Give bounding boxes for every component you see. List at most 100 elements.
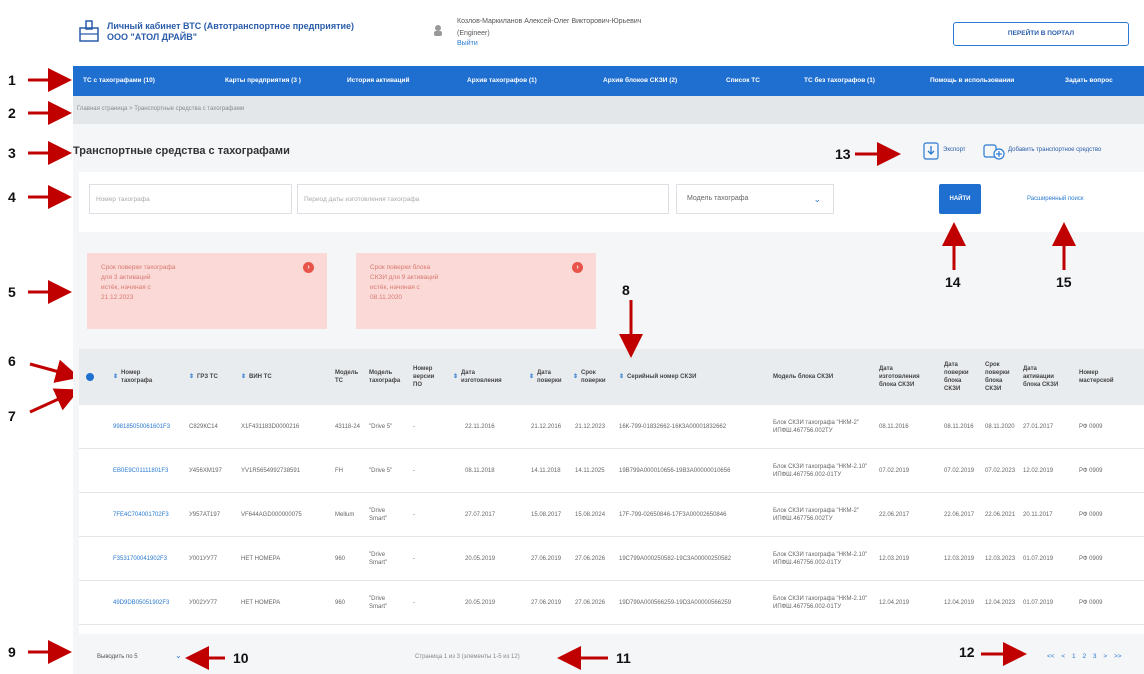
table-row[interactable]: 7FE4C704001702F3 У957АТ197 VF644AGD0000000…: [79, 493, 1144, 537]
building-logo-icon: [79, 20, 99, 42]
cell-skzi-manufacture: 12.03.2019: [879, 556, 910, 562]
user-icon: [434, 25, 442, 36]
col-skzi-serial[interactable]: ⇕ Серийный номер СКЗИ: [619, 349, 759, 405]
cell-verify-term: 14.11.2025: [575, 468, 605, 474]
export-icon[interactable]: [923, 142, 939, 160]
col-verify-date[interactable]: ⇕ Дата поверки: [529, 349, 569, 405]
sort-icon: ⇕: [113, 374, 119, 380]
cell-po-version: -: [413, 512, 415, 518]
sort-icon: ⇕: [189, 374, 195, 380]
table-row[interactable]: EB0E9C01111801F3 У456ХМ197 YV1R56549927385…: [79, 449, 1144, 493]
cell-skzi-model: Блок СКЗИ тахографа "НКМ-2.10" ИПФШ.4677…: [773, 596, 868, 610]
nav-tab-skzi-archive[interactable]: Архив блоков СКЗИ (2): [603, 66, 677, 96]
pager-prev[interactable]: <: [1061, 653, 1065, 660]
main-nav: ТС с тахографами (10) Карты предприятия …: [73, 66, 1144, 96]
alert-arrow-icon[interactable]: ›: [303, 262, 314, 273]
nav-tab-tacho-archive[interactable]: Архив тахографов (1): [467, 66, 537, 96]
app-frame: Личный кабинет ВТС (Автотранспортное пре…: [73, 0, 1144, 674]
alert-text: истёк, начиная с: [101, 284, 151, 291]
cell-vin: YV1R5654992738591: [241, 468, 301, 474]
col-manufacture-date[interactable]: ⇕ Дата изготовления: [453, 349, 525, 405]
cell-skzi-model: Блок СКЗИ тахографа "НКМ-2.10" ИПФШ.4677…: [773, 552, 868, 566]
pager-page-2[interactable]: 2: [1082, 653, 1086, 660]
cell-skzi-activation: 27.01.2017: [1023, 424, 1054, 430]
alert-arrow-icon[interactable]: ›: [572, 262, 583, 273]
cell-workshop: РФ 0909: [1079, 556, 1103, 562]
cell-verify-term: 21.12.2023: [575, 424, 606, 430]
advanced-search-link[interactable]: Расширенный поиск: [1027, 196, 1084, 202]
col-skzi-manufacture: Дата изготовления блока СКЗИ: [879, 366, 920, 388]
cell-tacho-no[interactable]: 998185050061601F3: [113, 405, 170, 449]
cell-manufacture-date: 20.05.2019: [465, 600, 496, 606]
col-vehicle-model: Модель ТС: [335, 370, 359, 384]
cell-grz: У456ХМ197: [189, 468, 222, 474]
cell-skzi-model: Блок СКЗИ тахографа "НКМ-2.10" ИПФШ.4677…: [773, 464, 868, 478]
callout-13: 13: [835, 146, 851, 162]
cell-tacho-no[interactable]: 49D9DB05051902F3: [113, 581, 169, 625]
column-settings-icon[interactable]: [86, 373, 94, 381]
cell-tacho-no[interactable]: EB0E9C01111801F3: [113, 449, 168, 493]
logout-link[interactable]: Выйти: [457, 40, 478, 47]
col-skzi-activation: Дата активации блока СКЗИ: [1023, 366, 1059, 388]
col-grz[interactable]: ⇕ ГРЗ ТС: [189, 349, 239, 405]
cell-grz: У957АТ197: [189, 512, 221, 518]
find-button[interactable]: НАЙТИ: [939, 184, 981, 214]
alert-text: 21.12.2023: [101, 294, 134, 301]
tacho-model-select-label: Модель тахографа: [687, 195, 749, 202]
cell-skzi-model: Блок СКЗИ тахографа "НКМ-2" ИПФШ.467756.…: [773, 420, 859, 434]
nav-tab-vehicles-without-tacho[interactable]: ТС без тахографов (1): [804, 66, 875, 96]
manufacture-period-input[interactable]: [297, 184, 669, 214]
tacho-model-select[interactable]: Модель тахографа ⌄: [676, 184, 834, 214]
organization-name: ООО "АТОЛ ДРАЙВ": [107, 32, 198, 42]
pager-first[interactable]: <<: [1047, 653, 1055, 660]
nav-tab-help[interactable]: Помощь в использовании: [930, 66, 1014, 96]
pager-page-3[interactable]: 3: [1093, 653, 1097, 660]
cell-manufacture-date: 27.07.2017: [465, 512, 496, 518]
add-vehicle-button[interactable]: Добавить транспортное средство: [1008, 147, 1101, 153]
cell-skzi-serial: 16К-799-01832662-16К3А00001832662: [619, 424, 727, 430]
pager-last[interactable]: >>: [1114, 653, 1122, 660]
cell-skzi-manufacture: 07.02.2019: [879, 468, 910, 474]
alert-text: истёк, начиная с: [370, 284, 420, 291]
nav-tab-activation-history[interactable]: История активаций: [347, 66, 409, 96]
col-tacho-number[interactable]: ⇕ Номер тахографа: [113, 349, 183, 405]
export-button[interactable]: Экспорт: [943, 147, 966, 153]
table-row[interactable]: F3531700041902F3 У001УУ77 НЕТ НОМЕРА 960 "Dr…: [79, 537, 1144, 581]
nav-tab-vehicles-with-tacho[interactable]: ТС с тахографами (10): [83, 66, 155, 96]
cell-vehicle-model: 960: [335, 600, 346, 606]
col-skzi-model: Модель блока СКЗИ: [773, 374, 834, 380]
go-to-portal-button[interactable]: ПЕРЕЙТИ В ПОРТАЛ: [953, 22, 1129, 46]
tacho-number-input[interactable]: [89, 184, 292, 214]
cell-skzi-activation: 01.07.2019: [1023, 600, 1054, 606]
breadcrumb[interactable]: Главная страница > Транспортные средства…: [77, 106, 244, 112]
alert-skzi-verification: Срок поверки блока СКЗИ для 9 активаций …: [356, 253, 596, 329]
nav-tab-ask-question[interactable]: Задать вопрос: [1065, 66, 1113, 96]
cell-tacho-no[interactable]: F3531700041902F3: [113, 537, 167, 581]
chevron-down-icon[interactable]: ⌄: [175, 651, 182, 660]
cell-verify-date: 15.08.2017: [531, 512, 562, 518]
pager-next[interactable]: >: [1103, 653, 1107, 660]
cell-vehicle-model: FH: [335, 468, 343, 474]
cell-vin: НЕТ НОМЕРА: [241, 600, 281, 606]
per-page-select[interactable]: Выводить по 5: [97, 654, 138, 660]
table-header: ⇕ Номер тахографа ⇕ ГРЗ ТС ⇕ ВИН ТС Модель …: [79, 349, 1144, 405]
cell-skzi-activation: 12.02.2019: [1023, 468, 1054, 474]
nav-tab-company-cards[interactable]: Карты предприятия (3 ): [225, 66, 301, 96]
cell-vehicle-model: 960: [335, 556, 346, 562]
cell-verify-date: 14.11.2018: [531, 468, 561, 474]
pager-page-1[interactable]: 1: [1072, 653, 1076, 660]
cell-verify-date: 27.06.2019: [531, 600, 562, 606]
add-vehicle-icon[interactable]: [983, 142, 1005, 160]
page-info: Страница 1 из 3 (элементы 1-5 из 12): [415, 654, 520, 660]
cell-tacho-no[interactable]: 7FE4C704001702F3: [113, 493, 169, 537]
col-vin[interactable]: ⇕ ВИН ТС: [241, 349, 321, 405]
cell-tacho-model: "Drive 5": [369, 468, 393, 474]
callout-15: 15: [1056, 274, 1072, 290]
nav-tab-vehicle-list[interactable]: Список ТС: [726, 66, 760, 96]
table-row[interactable]: 49D9DB05051902F3 У002УУ77 НЕТ НОМЕРА 960 "Dr…: [79, 581, 1144, 625]
col-verify-term[interactable]: ⇕ Срок поверки: [573, 349, 617, 405]
cell-skzi-term: 22.06.2021: [985, 512, 1016, 518]
cell-skzi-manufacture: 08.11.2016: [879, 424, 909, 430]
table-row[interactable]: 998185050061601F3 С829КС14 X1F431183D00002…: [79, 405, 1144, 449]
user-role: (Engineer): [457, 30, 490, 37]
